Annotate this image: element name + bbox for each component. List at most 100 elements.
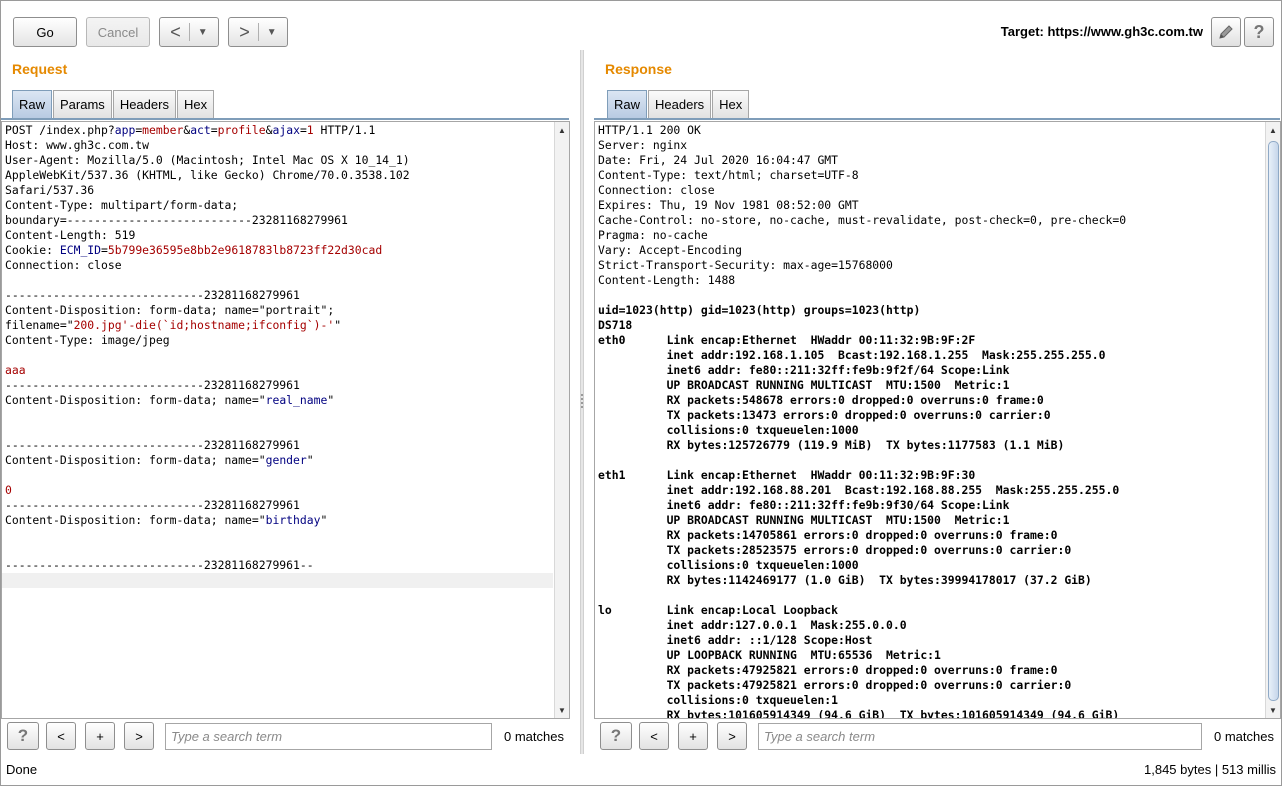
go-button[interactable]: Go [13, 17, 77, 47]
response-search-add-button[interactable]: + [678, 722, 708, 750]
request-line [5, 423, 553, 438]
line-text: -----------------------------23281168279… [5, 558, 314, 572]
response-tab-headers[interactable]: Headers [648, 90, 712, 118]
response-line: eth1 Link encap:Ethernet HWaddr 00:11:32… [598, 468, 976, 482]
request-scrollbar[interactable]: ▲ ▼ [554, 122, 569, 718]
param-name: birthday [265, 513, 321, 527]
scroll-up-icon[interactable]: ▲ [555, 123, 569, 137]
request-search-prev-button[interactable]: < [46, 722, 76, 750]
request-line: -----------------------------23281168279… [5, 288, 553, 303]
line-text: " [320, 513, 328, 527]
request-search-add-button[interactable]: + [85, 722, 115, 750]
line-text: = [210, 123, 218, 137]
request-editor[interactable]: POST /index.php?app=member&act=profile&a… [1, 121, 570, 719]
response-line: uid=1023(http) gid=1023(http) groups=102… [598, 303, 921, 317]
response-scroll-thumb[interactable] [1268, 141, 1279, 701]
response-line: Connection: close [598, 183, 715, 197]
help-icon: ? [1253, 21, 1265, 42]
request-tab-params[interactable]: Params [53, 90, 112, 118]
line-text: Safari/537.36 [5, 183, 95, 197]
line-text: -----------------------------23281168279… [5, 288, 300, 302]
help-button[interactable]: ? [1244, 17, 1274, 47]
request-search-input[interactable] [165, 723, 492, 750]
response-text[interactable]: HTTP/1.1 200 OK Server: nginx Date: Fri, 2… [598, 123, 1264, 719]
line-text: " [334, 318, 342, 332]
back-history-dropdown-icon[interactable]: ▼ [198, 27, 208, 38]
line-text: " [306, 453, 314, 467]
response-tab-hex[interactable]: Hex [712, 90, 750, 118]
response-editor[interactable]: HTTP/1.1 200 OK Server: nginx Date: Fri, 2… [594, 121, 1281, 719]
response-line: HTTP/1.1 200 OK [598, 123, 701, 137]
param-name: gender [265, 453, 307, 467]
edit-target-button[interactable] [1211, 17, 1241, 47]
request-search-next-button[interactable]: > [124, 722, 154, 750]
response-line: inet6 addr: fe80::211:32ff:fe9b:9f30/64 … [598, 498, 1010, 512]
response-line: RX bytes:101605914349 (94.6 GiB) TX byte… [598, 708, 1120, 719]
back-divider [188, 23, 190, 41]
response-line: Expires: Thu, 19 Nov 1981 08:52:00 GMT [598, 198, 859, 212]
scroll-down-icon[interactable]: ▼ [555, 703, 569, 717]
request-tab-headers[interactable]: Headers [112, 90, 176, 118]
line-text: = [299, 123, 307, 137]
param-value: profile [217, 123, 266, 137]
param-value: 0 [5, 483, 12, 497]
scroll-down-icon[interactable]: ▼ [1266, 703, 1280, 717]
request-line: Content-Disposition: form-data; name="ge… [5, 453, 553, 468]
request-line [5, 573, 553, 588]
line-text: Content-Type: multipart/form-data; [5, 198, 239, 212]
forward-history-dropdown-icon[interactable]: ▼ [267, 27, 277, 38]
line-text: POST /index.php? [5, 123, 115, 137]
request-line: Content-Disposition: form-data; name="re… [5, 393, 553, 408]
line-text: Content-Disposition: form-data; name="po… [5, 303, 335, 317]
response-line: inet addr:127.0.0.1 Mask:255.0.0.0 [598, 618, 907, 632]
line-text: -----------------------------23281168279… [5, 438, 300, 452]
cancel-button[interactable]: Cancel [86, 17, 150, 47]
request-tabs: Raw Params Headers Hex [12, 90, 215, 118]
request-line: POST /index.php?app=member&act=profile&a… [5, 123, 553, 138]
request-tab-raw[interactable]: Raw [12, 90, 53, 118]
response-line: RX packets:548678 errors:0 dropped:0 ove… [598, 393, 1044, 407]
line-text: -----------------------------23281168279… [5, 378, 300, 392]
param-name: app [114, 123, 136, 137]
request-line: Content-Length: 519 [5, 228, 553, 243]
response-search-input[interactable] [758, 723, 1202, 750]
param-value: aaa [5, 363, 26, 377]
response-line: collisions:0 txqueuelen:1000 [598, 558, 859, 572]
response-scrollbar[interactable]: ▲ ▼ [1265, 122, 1280, 718]
response-line: Strict-Transport-Security: max-age=15768… [598, 258, 893, 272]
response-search-prev-button[interactable]: < [639, 722, 669, 750]
status-text: Done [6, 762, 38, 777]
response-line: UP BROADCAST RUNNING MULTICAST MTU:1500 … [598, 513, 1010, 527]
param-value: 5b799e36595e8bb2e9618783lb8723ff22d30cad [107, 243, 383, 257]
forward-divider [257, 23, 259, 41]
response-tab-raw[interactable]: Raw [607, 90, 648, 118]
response-line: collisions:0 txqueuelen:1 [598, 693, 839, 707]
request-line: Content-Disposition: form-data; name="bi… [5, 513, 553, 528]
forward-button[interactable]: > ▼ [228, 17, 288, 47]
line-text: & [265, 123, 273, 137]
response-search-next-button[interactable]: > [717, 722, 747, 750]
request-line: Content-Type: multipart/form-data; [5, 198, 553, 213]
response-line: inet6 addr: fe80::211:32ff:fe9b:9f2f/64 … [598, 363, 1010, 377]
line-text: boundary=---------------------------2328… [5, 213, 348, 227]
request-search-help-button[interactable]: ? [7, 722, 39, 750]
response-line: UP BROADCAST RUNNING MULTICAST MTU:1500 … [598, 378, 1010, 392]
line-text: User-Agent: Mozilla/5.0 (Macintosh; Inte… [5, 153, 410, 167]
scroll-up-icon[interactable]: ▲ [1266, 123, 1280, 137]
back-button[interactable]: < ▼ [159, 17, 219, 47]
splitter-grip[interactable] [581, 394, 583, 410]
request-text[interactable]: POST /index.php?app=member&act=profile&a… [5, 123, 553, 588]
response-tab-underline [594, 118, 1280, 120]
response-line: RX packets:47925821 errors:0 dropped:0 o… [598, 663, 1058, 677]
response-title: Response [605, 61, 672, 77]
line-text: Connection: close [5, 258, 122, 272]
param-name: ECM_ID [59, 243, 102, 257]
request-line: Safari/537.36 [5, 183, 553, 198]
request-line: -----------------------------23281168279… [5, 438, 553, 453]
line-text: -----------------------------23281168279… [5, 498, 300, 512]
response-line [598, 588, 1264, 603]
response-line: collisions:0 txqueuelen:1000 [598, 423, 859, 437]
response-search-help-button[interactable]: ? [600, 722, 632, 750]
request-tab-hex[interactable]: Hex [176, 90, 215, 118]
request-line: 0 [5, 483, 553, 498]
